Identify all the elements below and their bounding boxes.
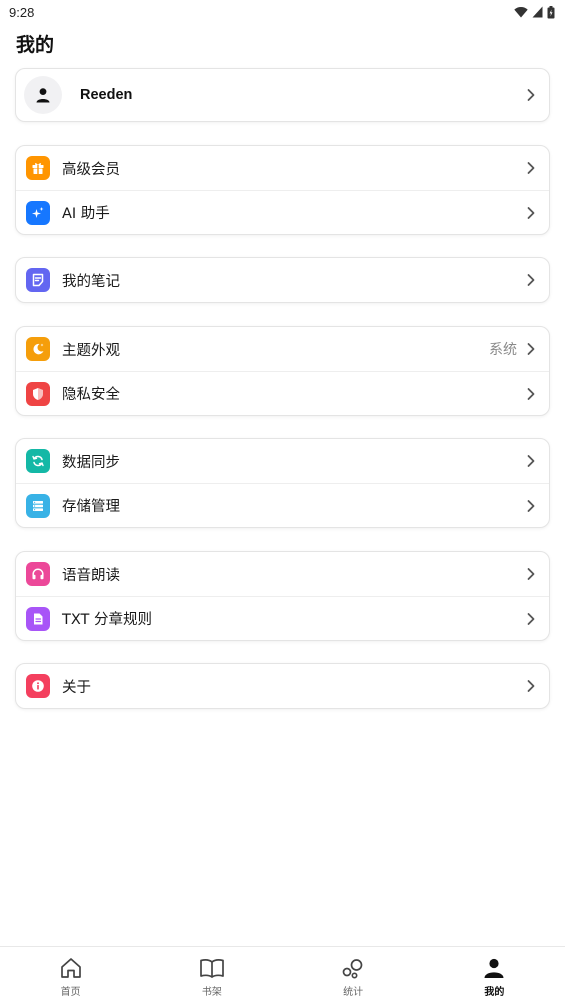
menu-item-icon-bg: [26, 381, 50, 406]
chevron-right-icon: [527, 612, 535, 625]
nav-profile[interactable]: 我的: [424, 947, 565, 1004]
theme-value: 系统: [489, 342, 517, 358]
storage-icon: [33, 500, 43, 511]
menu-item-icon-bg: [26, 337, 50, 361]
chevron-right-icon: [527, 343, 535, 355]
nav-home[interactable]: 首页: [0, 947, 141, 1004]
menu-item-label: 主题外观: [62, 342, 120, 359]
nav-label: 我的: [484, 987, 505, 998]
username: Reeden: [80, 87, 133, 103]
signal-icon: [532, 6, 543, 18]
screen: 9:28 我的 Reeden 高级会员 AI 助手 我的笔记 主题外观 系统 隐…: [0, 0, 565, 1004]
menu-item-icon-bg: [26, 449, 50, 473]
person-icon: [36, 88, 50, 103]
nav-label: 首页: [60, 987, 81, 998]
status-time: 9:28: [9, 4, 35, 20]
menu-item-icon-bg: [26, 562, 50, 586]
menu-item-icon-bg: [26, 493, 50, 518]
settings-group-membership: 高级会员 AI 助手: [15, 145, 550, 235]
chevron-right-icon: [527, 206, 535, 219]
menu-item-privacy[interactable]: 隐私安全: [16, 371, 549, 415]
chevron-right-icon: [527, 455, 535, 467]
nav-label: 书架: [201, 987, 222, 998]
avatar: [24, 76, 62, 114]
bottom-nav: 首页 书架 统计 我的: [0, 946, 565, 1004]
gift-icon: [32, 163, 44, 174]
menu-item-ai-assistant[interactable]: AI 助手: [16, 190, 549, 234]
menu-item-tts[interactable]: 语音朗读: [16, 552, 549, 596]
menu-item-about[interactable]: 关于: [16, 664, 549, 708]
menu-item-label: 高级会员: [62, 161, 120, 178]
nav-bookshelf[interactable]: 书架: [141, 947, 282, 1004]
menu-item-label: 我的笔记: [62, 273, 120, 290]
nav-stats[interactable]: 统计: [283, 947, 424, 1004]
chevron-right-icon: [527, 274, 535, 286]
settings-group-notes: 我的笔记: [15, 257, 550, 303]
nav-label: 统计: [343, 987, 364, 998]
menu-item-icon-bg: [26, 268, 50, 292]
menu-item-label: 关于: [62, 679, 91, 696]
menu-item-label: AI 助手: [62, 206, 110, 222]
menu-item-premium[interactable]: 高级会员: [16, 146, 549, 190]
headphones-icon: [32, 568, 44, 580]
menu-item-theme[interactable]: 主题外观 系统: [16, 327, 549, 371]
menu-item-storage[interactable]: 存储管理: [16, 483, 549, 527]
settings-group-data: 数据同步 存储管理: [15, 438, 550, 528]
home-icon: [60, 958, 81, 978]
settings-group-appearance: 主题外观 系统 隐私安全: [15, 326, 550, 416]
menu-item-icon-bg: [26, 156, 50, 180]
menu-item-icon-bg: [26, 606, 50, 631]
menu-item-sync[interactable]: 数据同步: [16, 439, 549, 483]
menu-item-label: 语音朗读: [62, 567, 120, 584]
profile-row[interactable]: Reeden: [16, 69, 549, 121]
status-bar: 9:28: [0, 0, 565, 24]
settings-group-about: 关于: [15, 663, 550, 709]
battery-icon: [547, 5, 555, 18]
menu-item-label: TXT 分章规则: [62, 612, 153, 628]
info-icon: [32, 680, 44, 692]
status-icons: [514, 5, 555, 19]
menu-item-notes[interactable]: 我的笔记: [16, 258, 549, 302]
chevron-right-icon: [527, 568, 535, 580]
chevron-right-icon: [527, 162, 535, 174]
moon-icon: [33, 343, 44, 355]
wifi-icon: [514, 7, 528, 18]
chevron-right-icon: [527, 680, 535, 692]
menu-item-icon-bg: [26, 200, 50, 225]
page-title: 我的: [16, 34, 55, 56]
note-icon: [32, 273, 44, 287]
document-icon: [34, 613, 43, 624]
menu-item-txt-rules[interactable]: TXT 分章规则: [16, 596, 549, 640]
menu-item-label: 数据同步: [62, 454, 120, 471]
chevron-right-icon: [527, 89, 535, 101]
profile-card[interactable]: Reeden: [15, 68, 550, 122]
chevron-right-icon: [527, 387, 535, 400]
book-icon: [200, 959, 224, 978]
shield-icon: [33, 387, 43, 400]
settings-group-reading: 语音朗读 TXT 分章规则: [15, 551, 550, 641]
menu-item-label: 存储管理: [62, 499, 120, 515]
menu-item-icon-bg: [26, 674, 50, 698]
chevron-right-icon: [527, 499, 535, 512]
person-icon: [484, 958, 504, 978]
sparkle-icon: [32, 206, 44, 218]
menu-item-label: 隐私安全: [62, 387, 120, 403]
stats-icon: [342, 959, 363, 979]
sync-icon: [32, 455, 44, 467]
